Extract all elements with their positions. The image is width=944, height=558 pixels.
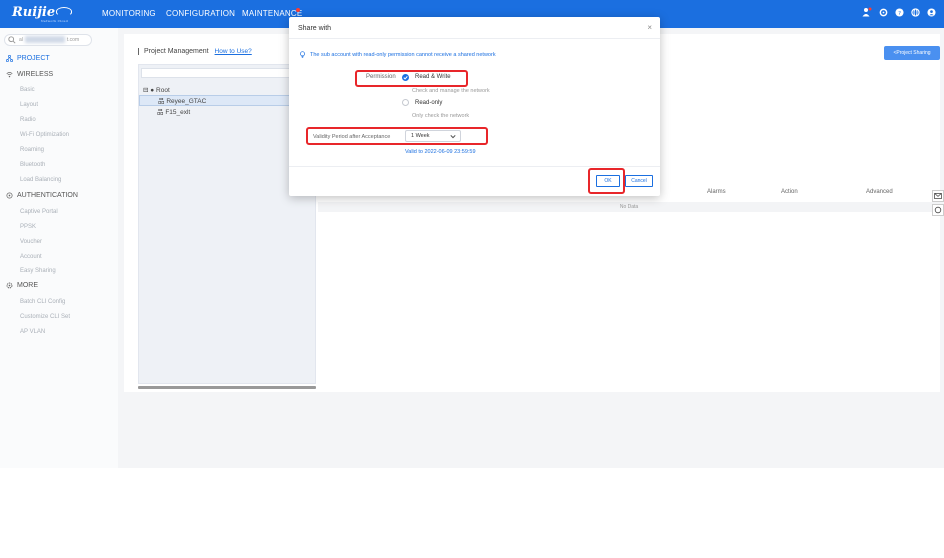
sidebar-item-layout[interactable]: Layout	[20, 102, 38, 108]
sidebar-item-radio[interactable]: Radio	[20, 117, 36, 123]
sidebar-item-ppsk[interactable]: PPSK	[20, 224, 36, 230]
sidebar-authentication-label: AUTHENTICATION	[17, 192, 78, 199]
headset-icon[interactable]	[932, 204, 944, 216]
mail-icon[interactable]	[932, 190, 944, 202]
ruijie-logo[interactable]: Ruijie Network Cloud	[12, 5, 74, 23]
tree-root-label: Root	[156, 87, 170, 94]
account-search-input[interactable]: al t.com	[4, 34, 92, 46]
dialog-footer-divider	[289, 166, 660, 167]
sidebar-section-wireless[interactable]: WIRELESS	[6, 71, 53, 78]
ok-button[interactable]: OK	[596, 175, 620, 187]
lightbulb-icon	[300, 51, 305, 58]
table-empty-state: No Data	[318, 202, 940, 212]
share-with-dialog: Share with × The sub account with read-o…	[289, 17, 660, 196]
option-read-only-label[interactable]: Read-only	[415, 100, 442, 106]
tree-node-f15-exlt[interactable]: 品 F15_exlt	[157, 107, 190, 118]
sidebar-section-project[interactable]: PROJECT	[6, 55, 50, 62]
validity-period-select[interactable]: 1 Week	[405, 130, 461, 142]
page-title-text: Project Management	[144, 48, 209, 55]
page-title: Project Management How to Use?	[138, 48, 252, 55]
sidebar-more-label: MORE	[17, 282, 38, 289]
validity-period-label: Validity Period after Acceptance	[313, 134, 391, 140]
sidebar-item-easy-sharing[interactable]: Easy Sharing	[20, 268, 56, 274]
collapse-icon[interactable]: ⊟	[143, 87, 148, 94]
sidebar-item-customize-cli-set[interactable]: Customize CLI Set	[20, 314, 70, 320]
notice-text: The sub account with read-only permissio…	[310, 51, 496, 58]
wifi-icon	[6, 72, 13, 78]
search-suffix: t.com	[66, 37, 80, 43]
notification-dot	[296, 8, 300, 12]
sidebar-item-account[interactable]: Account	[20, 254, 42, 260]
sidebar-item-captive-portal[interactable]: Captive Portal	[20, 209, 58, 215]
top-icon-group: ?	[862, 7, 936, 17]
radio-read-only[interactable]	[402, 99, 409, 106]
option-read-only-hint: Only check the network	[412, 113, 470, 119]
sidebar-project-label: PROJECT	[17, 55, 50, 62]
tree-horizontal-scrollbar[interactable]	[138, 386, 316, 389]
user-plus-icon[interactable]	[862, 7, 872, 17]
checkmark-icon	[403, 76, 408, 80]
nav-monitoring[interactable]: MONITORING	[102, 9, 156, 18]
sidebar-item-wifi-optimization[interactable]: Wi-Fi Optimization	[20, 132, 69, 138]
globe-node-icon: ●	[150, 87, 155, 94]
sidebar-item-load-balancing[interactable]: Load Balancing	[20, 177, 61, 183]
tree-node-label: Reyee_GTAC	[166, 98, 207, 105]
globe-icon[interactable]	[910, 7, 920, 17]
column-alarms: Alarms	[707, 189, 726, 195]
sidebar-item-batch-cli-config[interactable]: Batch CLI Config	[20, 299, 65, 305]
column-action: Action	[781, 189, 798, 195]
network-icon: 品	[157, 109, 164, 116]
nav-configuration[interactable]: CONFIGURATION	[166, 9, 235, 18]
sidebar-wireless-label: WIRELESS	[17, 71, 54, 78]
validity-period-value: 1 Week	[411, 133, 430, 139]
project-tree-icon	[6, 55, 13, 62]
dialog-title: Share with	[298, 25, 332, 32]
logo-swoosh-icon	[56, 7, 72, 16]
sidebar-item-ap-vlan[interactable]: AP VLAN	[20, 329, 45, 335]
tree-search-input[interactable]	[141, 68, 313, 78]
network-icon: 品	[158, 98, 165, 105]
brand-sub: Network Cloud	[41, 19, 68, 23]
settings-icon	[6, 282, 13, 289]
shield-icon	[6, 192, 13, 199]
sidebar-item-roaming[interactable]: Roaming	[20, 147, 44, 153]
column-advanced: Advanced	[866, 189, 893, 195]
option-read-write-hint: Check and manage the network	[412, 88, 490, 94]
cancel-button[interactable]: Cancel	[625, 175, 653, 187]
chevron-down-icon	[450, 133, 456, 143]
brand-name: Ruijie	[12, 5, 56, 20]
help-icon[interactable]: ?	[894, 7, 904, 17]
sidebar-item-basic[interactable]: Basic	[20, 87, 35, 93]
valid-to-date: Valid to 2022-06-09 23:59:59	[405, 149, 476, 155]
svg-text:?: ?	[898, 10, 901, 16]
search-icon	[8, 36, 16, 45]
sidebar: al t.com PROJECT WIRELESS Basic Layout Ra…	[0, 28, 118, 468]
sidebar-section-authentication[interactable]: AUTHENTICATION	[6, 192, 78, 199]
floating-side-tabs	[932, 190, 944, 218]
project-sharing-button[interactable]: <Project Sharing	[884, 46, 940, 60]
sidebar-item-bluetooth[interactable]: Bluetooth	[20, 162, 45, 168]
how-to-use-link[interactable]: How to Use?	[215, 48, 252, 55]
account-icon[interactable]	[926, 7, 936, 17]
option-read-write-label[interactable]: Read & Write	[415, 74, 451, 80]
close-icon[interactable]: ×	[647, 23, 652, 32]
radio-read-write[interactable]	[402, 74, 409, 81]
tree-node-label: F15_exlt	[165, 109, 191, 116]
permission-label: Permission	[366, 74, 396, 80]
read-only-notice: The sub account with read-only permissio…	[299, 51, 496, 58]
redacted-text	[24, 36, 65, 44]
dialog-header: Share with ×	[289, 17, 660, 39]
sidebar-section-more[interactable]: MORE	[6, 282, 38, 289]
gear-icon[interactable]	[878, 7, 888, 17]
search-prefix: al	[19, 37, 23, 43]
sidebar-item-voucher[interactable]: Voucher	[20, 239, 42, 245]
